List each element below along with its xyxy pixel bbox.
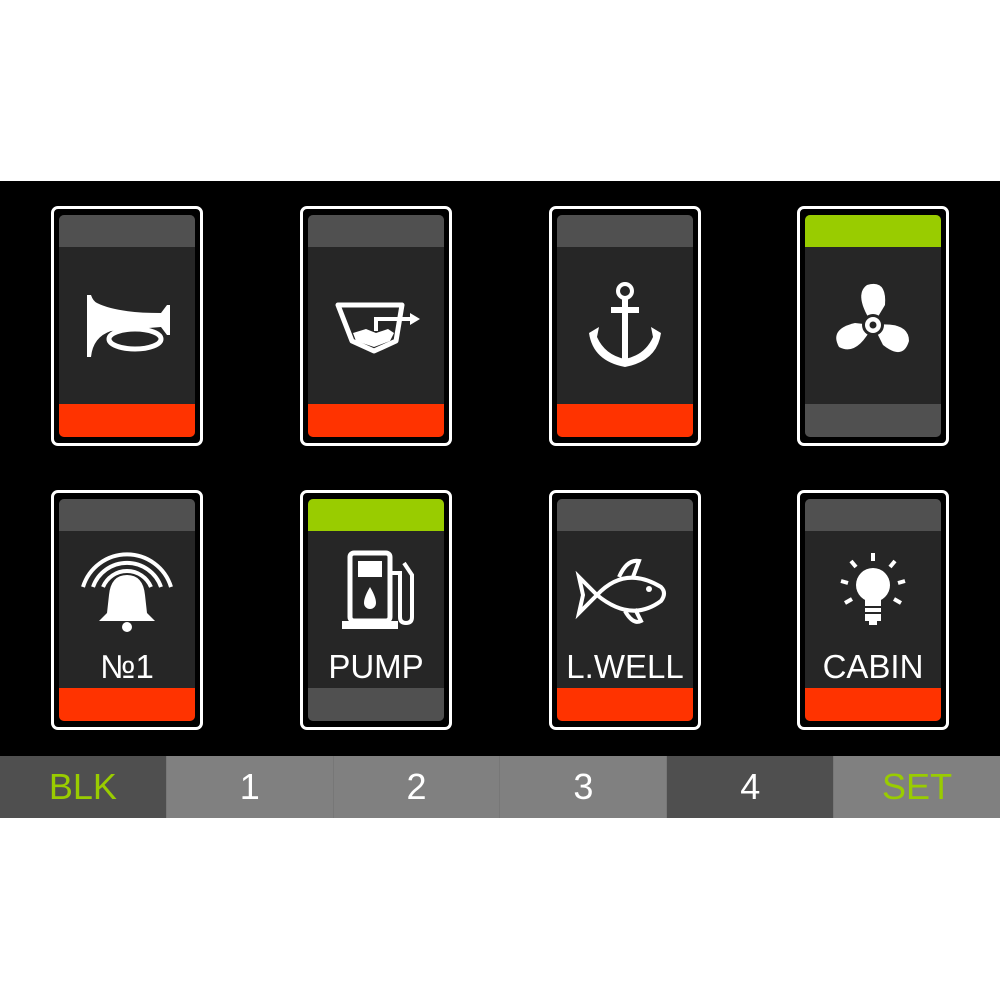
switch-label: №1 bbox=[100, 648, 154, 685]
alarm-bell-icon bbox=[77, 547, 177, 637]
tab-3[interactable]: 3 bbox=[499, 756, 667, 818]
off-indicator bbox=[805, 404, 941, 437]
light-bulb-icon bbox=[823, 547, 923, 637]
switch-face: №1 bbox=[59, 499, 195, 721]
tab-4[interactable]: 4 bbox=[666, 756, 834, 818]
switch-face bbox=[805, 215, 941, 437]
switch-4[interactable] bbox=[797, 206, 949, 446]
tab-blk[interactable]: BLK bbox=[0, 756, 166, 818]
fan-icon bbox=[823, 275, 923, 375]
anchor-icon bbox=[575, 275, 675, 375]
tab-set[interactable]: SET bbox=[833, 756, 1000, 818]
off-indicator bbox=[308, 404, 444, 437]
switch-label: L.WELL bbox=[566, 648, 684, 685]
page-tab-bar: BLK 1 2 3 4 SET bbox=[0, 756, 1000, 818]
switch-face: PUMP bbox=[308, 499, 444, 721]
switch-face: CABIN bbox=[805, 499, 941, 721]
on-indicator bbox=[59, 215, 195, 247]
switch-5[interactable]: №1 bbox=[51, 490, 203, 730]
on-indicator bbox=[805, 215, 941, 247]
switch-2[interactable] bbox=[300, 206, 452, 446]
switch-6[interactable]: PUMP bbox=[300, 490, 452, 730]
off-indicator bbox=[308, 688, 444, 721]
on-indicator bbox=[308, 499, 444, 531]
off-indicator bbox=[59, 688, 195, 721]
bilge-pump-icon bbox=[326, 275, 426, 375]
switch-1[interactable] bbox=[51, 206, 203, 446]
horn-icon bbox=[77, 275, 177, 375]
on-indicator bbox=[59, 499, 195, 531]
on-indicator bbox=[557, 215, 693, 247]
on-indicator bbox=[308, 215, 444, 247]
on-indicator bbox=[557, 499, 693, 531]
switch-face bbox=[557, 215, 693, 437]
switch-label: CABIN bbox=[822, 648, 924, 685]
on-indicator bbox=[805, 499, 941, 531]
off-indicator bbox=[557, 404, 693, 437]
switch-panel: №1 PUMP L.WELL CABIN bbox=[0, 181, 1000, 756]
fuel-pump-icon bbox=[326, 547, 426, 637]
switch-face: L.WELL bbox=[557, 499, 693, 721]
switch-label: PUMP bbox=[328, 648, 424, 685]
tab-1[interactable]: 1 bbox=[165, 756, 333, 818]
switch-7[interactable]: L.WELL bbox=[549, 490, 701, 730]
off-indicator bbox=[59, 404, 195, 437]
off-indicator bbox=[557, 688, 693, 721]
switch-face bbox=[59, 215, 195, 437]
tab-2[interactable]: 2 bbox=[332, 756, 500, 818]
switch-3[interactable] bbox=[549, 206, 701, 446]
off-indicator bbox=[805, 688, 941, 721]
switch-8[interactable]: CABIN bbox=[797, 490, 949, 730]
fish-icon bbox=[575, 547, 675, 637]
switch-face bbox=[308, 215, 444, 437]
